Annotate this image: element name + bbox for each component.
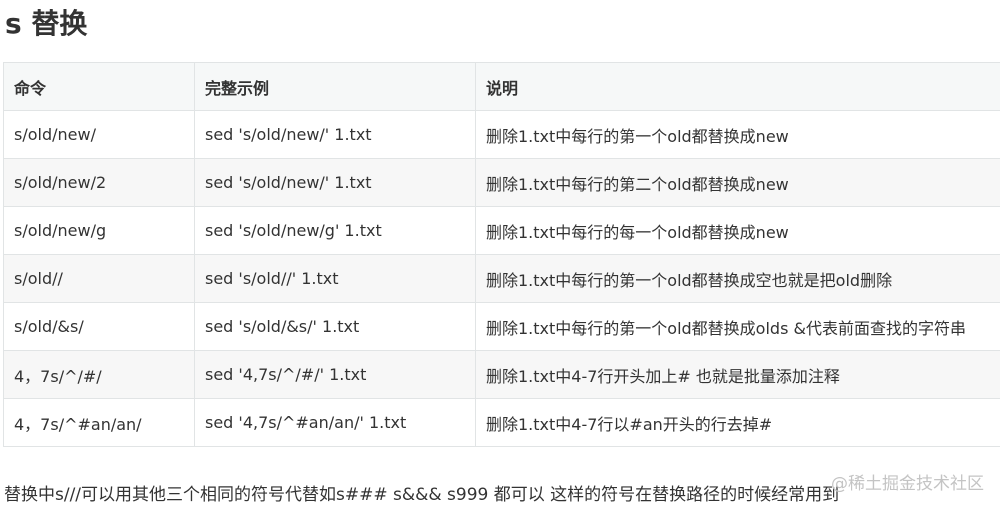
cell-description: 删除1.txt中每行的每一个old都替换成new: [475, 206, 1000, 255]
sed-substitution-table: 命令 完整示例 说明 s/old/new/ sed 's/old/new/' 1…: [3, 62, 1000, 447]
cell-description: 删除1.txt中每行的第一个old都替换成new: [475, 110, 1000, 159]
cell-description: 删除1.txt中4-7行以#an开头的行去掉#: [475, 398, 1000, 447]
cell-description: 删除1.txt中每行的第二个old都替换成new: [475, 158, 1000, 207]
header-example: 完整示例: [194, 62, 476, 111]
cell-example: sed 's/old/new/' 1.txt: [194, 110, 476, 159]
cell-command: s/old/&s/: [3, 302, 195, 351]
cell-example: sed 's/old/new/' 1.txt: [194, 158, 476, 207]
cell-description: 删除1.txt中4-7行开头加上# 也就是批量添加注释: [475, 350, 1000, 399]
cell-example: sed 's/old//' 1.txt: [194, 254, 476, 303]
cell-example: sed 's/old/&s/' 1.txt: [194, 302, 476, 351]
cell-command: s/old/new/2: [3, 158, 195, 207]
cell-command: 4，7s/^/#/: [3, 350, 195, 399]
section-heading: s 替换: [5, 7, 88, 40]
header-description: 说明: [475, 62, 1000, 111]
cell-command: s/old//: [3, 254, 195, 303]
cell-example: sed '4,7s/^/#/' 1.txt: [194, 350, 476, 399]
cell-description: 删除1.txt中每行的第一个old都替换成olds &代表前面查找的字符串: [475, 302, 1000, 351]
body-paragraph: 替换中s///可以用其他三个相同的符号代替如s### s&&& s999 都可以…: [4, 485, 840, 505]
watermark-text: @稀土掘金技术社区: [831, 474, 984, 494]
table-row: s/old/new/2 sed 's/old/new/' 1.txt 删除1.t…: [3, 158, 1000, 207]
cell-command: 4，7s/^#an/an/: [3, 398, 195, 447]
table-header-row: 命令 完整示例 说明: [3, 62, 1000, 111]
header-command: 命令: [3, 62, 195, 111]
table-row: 4，7s/^#an/an/ sed '4,7s/^#an/an/' 1.txt …: [3, 398, 1000, 447]
cell-example: sed 's/old/new/g' 1.txt: [194, 206, 476, 255]
table-row: s/old/&s/ sed 's/old/&s/' 1.txt 删除1.txt中…: [3, 302, 1000, 351]
table-row: s/old// sed 's/old//' 1.txt 删除1.txt中每行的第…: [3, 254, 1000, 303]
table-row: s/old/new/ sed 's/old/new/' 1.txt 删除1.tx…: [3, 110, 1000, 159]
cell-command: s/old/new/g: [3, 206, 195, 255]
cell-description: 删除1.txt中每行的第一个old都替换成空也就是把old删除: [475, 254, 1000, 303]
table-row: s/old/new/g sed 's/old/new/g' 1.txt 删除1.…: [3, 206, 1000, 255]
cell-command: s/old/new/: [3, 110, 195, 159]
cell-example: sed '4,7s/^#an/an/' 1.txt: [194, 398, 476, 447]
document-page: s 替换 命令 完整示例 说明 s/old/new/ sed 's/old/ne…: [0, 0, 1000, 510]
table-row: 4，7s/^/#/ sed '4,7s/^/#/' 1.txt 删除1.txt中…: [3, 350, 1000, 399]
